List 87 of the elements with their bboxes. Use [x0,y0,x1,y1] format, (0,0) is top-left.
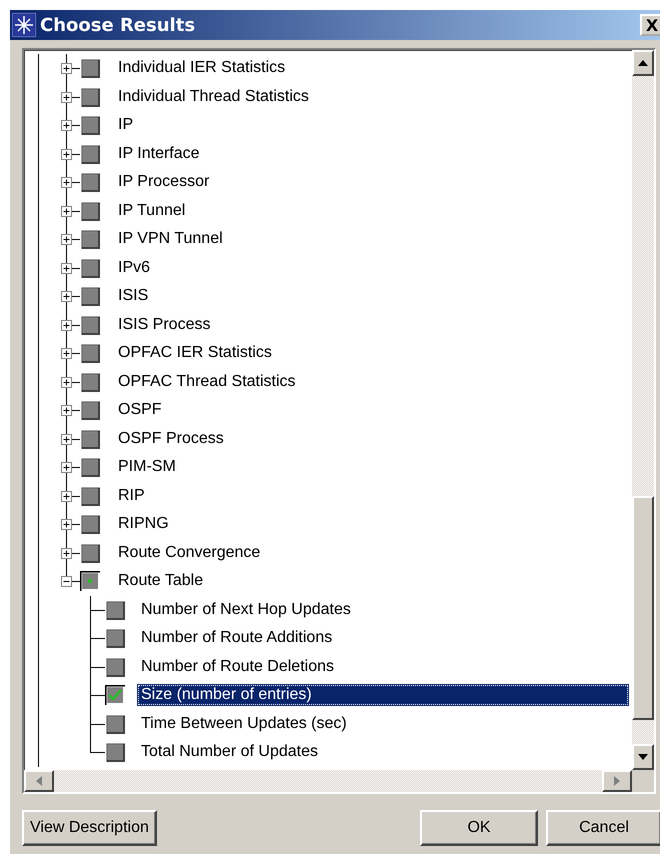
expand-icon[interactable] [61,405,72,416]
scroll-up-button[interactable] [632,50,654,76]
tree-item-label[interactable]: OPFAC IER Statistics [114,342,276,364]
expand-icon[interactable] [61,177,72,188]
tree-item-label[interactable]: Size (number of entries) [137,684,629,706]
checkbox[interactable] [80,144,100,164]
expand-icon[interactable] [61,92,72,103]
scroll-thumb[interactable] [632,496,654,720]
tree-item-label[interactable]: ISIS Process [114,314,214,336]
tree-item-label[interactable]: Number of Next Hop Updates [137,598,355,621]
checkbox[interactable] [105,714,125,734]
view-description-button[interactable]: View Description [22,810,157,846]
cancel-button[interactable]: Cancel [546,810,660,846]
expand-icon[interactable] [61,291,72,302]
checkbox[interactable] [105,685,125,706]
ok-button[interactable]: OK [420,810,538,846]
tree-item-label[interactable]: Number of Route Additions [137,627,336,650]
expand-icon[interactable] [61,348,72,360]
window-title: Choose Results [40,14,196,36]
expand-icon[interactable] [61,206,72,217]
tree-item-label[interactable]: RIP [114,484,149,507]
tree-item-label[interactable]: IP VPN Tunnel [114,228,227,250]
expand-icon[interactable] [61,148,72,160]
checkbox[interactable] [80,86,100,107]
checkbox[interactable] [80,457,100,478]
left-arrow-icon [36,776,42,786]
tree-item-label[interactable]: IP [114,114,138,136]
checkbox[interactable] [105,600,125,620]
scroll-right-button[interactable] [602,770,632,792]
scroll-left-button[interactable] [24,770,54,792]
checkbox[interactable] [80,343,100,364]
tree-item-label[interactable]: PIM-SM [114,456,180,478]
expand-icon[interactable] [61,320,72,331]
tree-item-label[interactable]: Individual Thread Statistics [114,86,313,108]
close-button[interactable]: X [640,14,660,36]
horizontal-scrollbar[interactable] [24,770,632,792]
vertical-scrollbar[interactable] [632,50,654,770]
expand-icon[interactable] [61,434,72,445]
expand-icon[interactable] [61,519,72,530]
tree-item-label[interactable]: IP Processor [114,171,214,194]
expand-icon[interactable] [61,376,72,388]
up-arrow-icon [638,60,648,66]
checkbox[interactable] [80,514,100,534]
checkbox[interactable] [105,628,125,648]
checkbox[interactable] [105,656,125,677]
checkbox[interactable] [105,742,125,762]
tree-item-label[interactable]: RIPNG [114,513,173,536]
checkbox[interactable] [80,314,100,335]
down-arrow-icon [638,754,648,760]
checkbox[interactable] [80,200,100,221]
tree-item-label[interactable]: IPv6 [114,256,154,279]
checkbox[interactable] [80,571,100,592]
checkbox[interactable] [80,486,100,506]
checkbox[interactable] [80,58,100,78]
checkbox[interactable] [80,286,100,306]
checkbox[interactable] [80,258,100,278]
tree-item-label[interactable]: IP Interface [114,142,204,165]
checkbox[interactable] [80,428,100,449]
tree-item-label[interactable]: OSPF [114,399,166,422]
tree-item-label[interactable]: Route Convergence [114,542,264,564]
expand-icon[interactable] [61,490,72,502]
star-burst-icon [12,13,36,37]
tree-item-label[interactable]: Number of Route Deletions [137,656,338,678]
tree-item-label[interactable]: ISIS [114,285,152,308]
right-arrow-icon [614,776,620,786]
expand-icon[interactable] [61,548,72,559]
checkbox[interactable] [80,172,100,192]
tree-item-label[interactable]: Individual IER Statistics [114,57,290,80]
expand-icon[interactable] [61,262,72,274]
tree-item-label[interactable]: Time Between Updates (sec) [137,712,351,735]
tree-item-label[interactable]: Total Number of Updates [137,741,322,764]
tree-item-label[interactable]: Route Table [114,570,208,592]
checkbox[interactable] [80,372,100,392]
tree-item-label[interactable]: IP Tunnel [114,200,190,222]
expand-icon[interactable] [61,63,72,74]
checkbox[interactable] [80,115,100,136]
tree-item-label[interactable]: OPFAC Thread Statistics [114,370,300,393]
scrollbar-corner [632,770,654,792]
tree-item-label[interactable]: OSPF Process [114,428,228,450]
expand-icon[interactable] [61,234,72,246]
scroll-down-button[interactable] [632,744,654,770]
checkbox[interactable] [80,400,100,420]
checkbox[interactable] [80,229,100,250]
checkbox[interactable] [80,542,100,563]
expand-icon[interactable] [61,120,72,132]
expand-icon[interactable] [61,462,72,474]
collapse-icon[interactable] [61,576,72,588]
